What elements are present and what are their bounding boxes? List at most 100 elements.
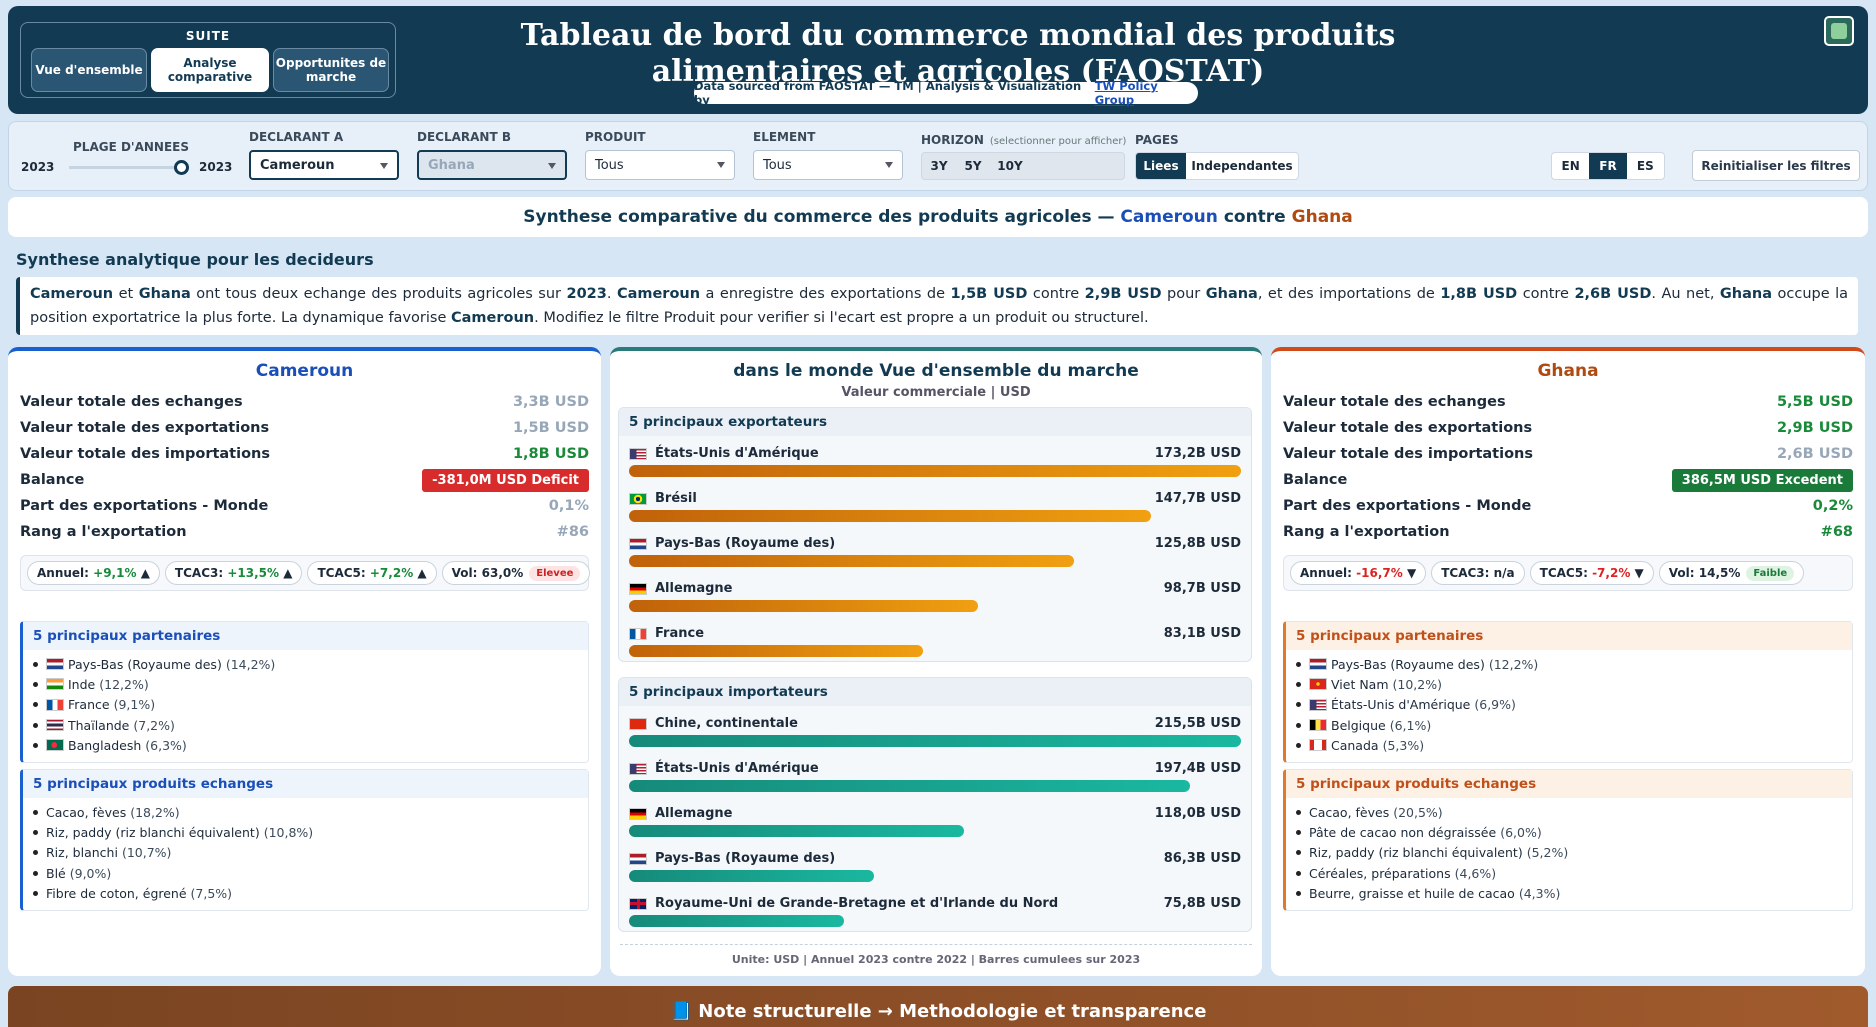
element-label: ELEMENT xyxy=(753,130,816,144)
methodology-note[interactable]: 📘 Note structurelle → Methodologie et tr… xyxy=(8,986,1868,1027)
reset-filters-button[interactable]: Reinitialiser les filtres xyxy=(1692,150,1860,181)
bar-value: 125,8B USD xyxy=(1154,536,1241,551)
year-slider-track[interactable] xyxy=(69,166,181,169)
item-name: Fibre de coton, égrené xyxy=(46,885,187,901)
methodology-note-text: Note structurelle → Methodologie et tran… xyxy=(698,1001,1207,1022)
bar xyxy=(629,465,1241,477)
kpi-exports: Valeur totale des exportations 1,5B USD xyxy=(20,415,589,441)
flag-us-icon xyxy=(629,447,647,460)
bar xyxy=(629,555,1074,567)
reporter-b-select[interactable]: Ghana xyxy=(417,150,567,180)
horizon-toggle: 3Y 5Y 10Y xyxy=(921,152,1125,180)
bar-value: 98,7B USD xyxy=(1163,581,1241,596)
horizon-3y-button[interactable]: 3Y xyxy=(922,153,956,179)
bar-row: Pays-Bas (Royaume des) 86,3B USD xyxy=(629,845,1241,890)
flag-cn-icon xyxy=(629,717,647,730)
country-name: Royaume-Uni de Grande-Bretagne et d'Irla… xyxy=(655,896,1059,911)
horizon-5y-button[interactable]: 5Y xyxy=(956,153,990,179)
item-name: Canada xyxy=(1331,737,1379,753)
kpi-export-rank: Rang a l'exportation #86 xyxy=(20,519,589,545)
kpi-export-share: Part des exportations - Monde 0,2% xyxy=(1283,493,1853,519)
item-name: Céréales, préparations xyxy=(1309,865,1451,881)
top-exporters-title: 5 principaux exportateurs xyxy=(619,408,1251,436)
nav-opportunities-button[interactable]: Opportunites de marche xyxy=(273,48,389,92)
item-share: (6,0%) xyxy=(1500,824,1542,840)
kpi-label: Part des exportations - Monde xyxy=(20,498,269,514)
bar-row: Allemagne 98,7B USD xyxy=(629,575,1241,620)
item-name: Riz, paddy (riz blanchi équivalent) xyxy=(1309,845,1523,861)
bar-row: Royaume-Uni de Grande-Bretagne et d'Irla… xyxy=(629,890,1241,935)
item-name: Viet Nam xyxy=(1331,676,1389,692)
kpi-label: Valeur totale des importations xyxy=(20,446,270,462)
kpi-label: Rang a l'exportation xyxy=(20,524,187,540)
chevron-down-icon xyxy=(717,162,725,168)
reporter-a-select[interactable]: Cameroun xyxy=(249,150,399,180)
flag-de-icon xyxy=(629,807,647,820)
cagr5-pill: TCAC5: -7,2% ▼ xyxy=(1529,561,1654,585)
cagr3-pill: TCAC3: n/a xyxy=(1431,561,1525,585)
bar-label: États-Unis d'Amérique xyxy=(629,446,819,461)
item-name: États-Unis d'Amérique xyxy=(1331,697,1471,713)
product-select[interactable]: Tous xyxy=(585,150,735,180)
arrow-up-icon: ▲ xyxy=(140,566,150,580)
item-share: (9,1%) xyxy=(113,697,156,713)
nav-comparative-button[interactable]: Analyse comparative xyxy=(151,48,269,92)
lang-en-button[interactable]: EN xyxy=(1552,153,1589,179)
element-select[interactable]: Tous xyxy=(753,150,903,180)
product-label: PRODUIT xyxy=(585,130,646,144)
lang-es-button[interactable]: ES xyxy=(1627,153,1664,179)
country-name: Pays-Bas (Royaume des) xyxy=(655,851,836,866)
pages-linked-button[interactable]: Liees xyxy=(1136,153,1186,179)
bar-label: Pays-Bas (Royaume des) xyxy=(629,536,835,551)
lang-fr-button[interactable]: FR xyxy=(1589,153,1627,179)
bar-value: 83,1B USD xyxy=(1163,626,1241,641)
horizon-10y-button[interactable]: 10Y xyxy=(990,153,1030,179)
item-share: (9,0%) xyxy=(69,865,112,881)
item-name: France xyxy=(68,697,110,713)
country-name: Chine, continentale xyxy=(655,716,798,731)
year-slider-handle[interactable] xyxy=(174,160,189,175)
list-item: Pâte de cacao non dégraissée (6,0%) xyxy=(1286,822,1852,842)
element-value: Tous xyxy=(763,157,792,173)
growth-pills: Annuel: -16,7% ▼ TCAC3: n/a TCAC5: -7,2%… xyxy=(1283,555,1853,591)
kpi-balance: Balance -381,0M USD Deficit xyxy=(20,467,589,493)
bar-value: 75,8B USD xyxy=(1163,896,1241,911)
kpi-label: Valeur totale des echanges xyxy=(1283,394,1506,410)
flag-in-icon xyxy=(46,678,64,691)
arrow-down-icon: ▼ xyxy=(1634,566,1644,580)
cameroun-title: Cameroun xyxy=(255,361,354,381)
list-item: Bangladesh (6,3%) xyxy=(23,735,588,755)
chevron-down-icon xyxy=(885,162,893,168)
flag-vn-icon xyxy=(1309,678,1327,691)
list-item: Cacao, fèves (18,2%) xyxy=(23,802,588,822)
bar xyxy=(629,870,874,882)
kpi-label: Part des exportations - Monde xyxy=(1283,498,1532,514)
synthesis-versus: contre xyxy=(1223,207,1286,227)
list-item: Beurre, graisse et huile de cacao (4,3%) xyxy=(1286,883,1852,903)
flag-nl-icon xyxy=(1309,658,1327,671)
bar xyxy=(629,780,1190,792)
item-name: Beurre, graisse et huile de cacao xyxy=(1309,885,1515,901)
item-share: (6,1%) xyxy=(1389,717,1432,733)
bar-row: Brésil 147,7B USD xyxy=(629,485,1241,530)
list-item: Riz, paddy (riz blanchi équivalent) (5,2%… xyxy=(1286,843,1852,863)
ghana-panel: Ghana Valeur totale des echanges 5,5B USD… xyxy=(1271,347,1865,976)
kpi-value: 1,8B USD xyxy=(512,446,589,462)
horizon-label: HORIZON (selectionner pour afficher) xyxy=(921,133,1126,147)
item-name: Bangladesh xyxy=(68,737,142,753)
pages-label: PAGES xyxy=(1135,133,1179,147)
cameroun-partners-box: 5 principaux partenaires Pays-Bas (Royau… xyxy=(20,621,589,763)
item-share: (20,5%) xyxy=(1393,804,1443,820)
kpi-label: Valeur totale des echanges xyxy=(20,394,243,410)
kpi-imports: Valeur totale des importations 2,6B USD xyxy=(1283,441,1853,467)
item-share: (7,5%) xyxy=(190,885,233,901)
pages-independent-button[interactable]: Independantes xyxy=(1186,153,1298,179)
flag-de-icon xyxy=(629,582,647,595)
ghana-partners-box: 5 principaux partenaires Pays-Bas (Royau… xyxy=(1283,621,1853,763)
nav-overview-button[interactable]: Vue d'ensemble xyxy=(31,48,147,92)
products-title: 5 principaux produits echanges xyxy=(1286,770,1852,798)
kpi-total-trade: Valeur totale des echanges 5,5B USD xyxy=(1283,389,1853,415)
ghana-title: Ghana xyxy=(1537,361,1599,381)
source-link[interactable]: TW Policy Group xyxy=(1095,79,1198,107)
pages-toggle: Liees Independantes xyxy=(1135,152,1299,180)
